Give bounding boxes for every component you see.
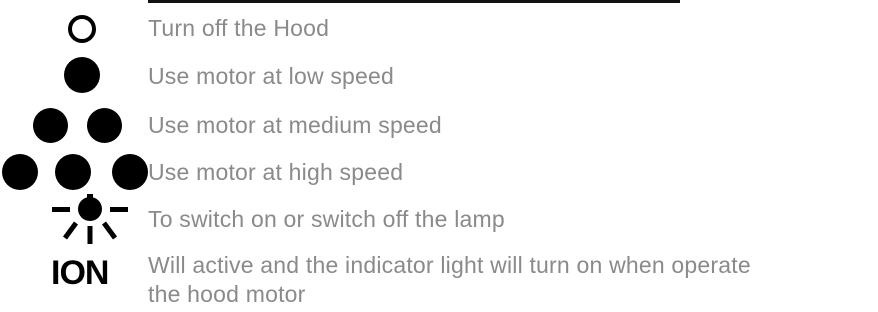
legend-label-line1: Will active and the indicator light will… — [148, 252, 751, 278]
ring-icon — [68, 15, 96, 43]
legend-label: To switch on or switch off the lamp — [148, 206, 505, 232]
legend-label: Turn off the Hood — [148, 15, 330, 41]
top-rule — [148, 0, 680, 3]
legend-label: Use motor at low speed — [148, 63, 395, 89]
lamp-icon — [52, 194, 128, 244]
one-dot-icon — [64, 57, 100, 93]
legend-label: Use motor at medium speed — [148, 112, 442, 138]
legend-label-line2: the hood motor — [148, 281, 306, 307]
ion-icon: ION — [51, 254, 109, 292]
legend-label: Use motor at high speed — [148, 159, 404, 185]
